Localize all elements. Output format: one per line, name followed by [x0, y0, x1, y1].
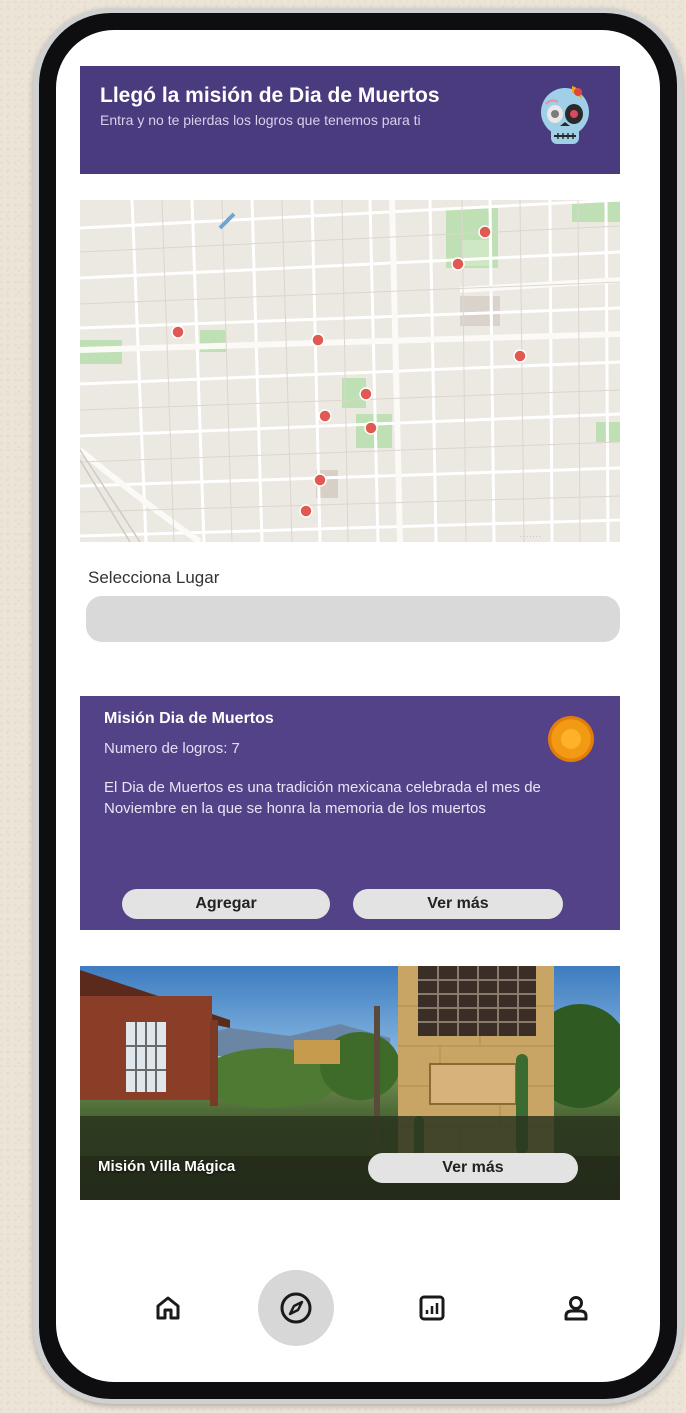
home-icon [156, 1296, 180, 1320]
villa-see-more-button[interactable]: Ver más [368, 1153, 578, 1183]
select-place-dropdown[interactable] [86, 596, 620, 642]
map-pin [364, 421, 378, 435]
app-screen: Llegó la misión de Dia de Muertos Entra … [56, 30, 660, 1382]
banner-subtitle: Entra y no te pierdas los logros que ten… [100, 112, 421, 128]
map-pin [311, 333, 325, 347]
mission-title: Misión Dia de Muertos [104, 710, 274, 727]
map-pin [451, 257, 465, 271]
map-pin [318, 409, 332, 423]
map-pin [313, 473, 327, 487]
map-view[interactable]: · · · · · · · [80, 200, 620, 542]
mission-description: El Dia de Muertos es una tradición mexic… [104, 779, 541, 817]
nav-stats[interactable] [404, 1280, 460, 1336]
nav-explore[interactable] [258, 1270, 334, 1346]
nav-home[interactable] [140, 1280, 196, 1336]
stats-icon [419, 1295, 445, 1321]
banner-title: Llegó la misión de Dia de Muertos [100, 84, 440, 107]
map-pin [299, 504, 313, 518]
marigold-icon [548, 716, 594, 762]
compass-icon [280, 1292, 312, 1324]
add-mission-button[interactable]: Agregar [122, 889, 330, 919]
bottom-navigation [56, 1270, 660, 1350]
select-place-label: Selecciona Lugar [88, 568, 220, 587]
mission-card-dia-de-muertos: Misión Dia de Muertos Numero de logros: … [80, 696, 620, 930]
profile-icon [564, 1296, 588, 1321]
map-attribution: · · · · · · · [520, 534, 541, 540]
nav-profile[interactable] [548, 1280, 604, 1336]
mission-achievement-count: Numero de logros: 7 [104, 740, 240, 757]
mission-card-villa-magica[interactable]: Misión Villa Mágica Ver más [80, 966, 620, 1200]
sugar-skull-icon [541, 86, 589, 144]
map-pin [359, 387, 373, 401]
map-pin [513, 349, 527, 363]
map-pin [171, 325, 185, 339]
map-pin [478, 225, 492, 239]
promo-banner[interactable]: Llegó la misión de Dia de Muertos Entra … [80, 66, 620, 174]
see-more-button[interactable]: Ver más [353, 889, 563, 919]
villa-mission-title: Misión Villa Mágica [98, 1158, 236, 1175]
